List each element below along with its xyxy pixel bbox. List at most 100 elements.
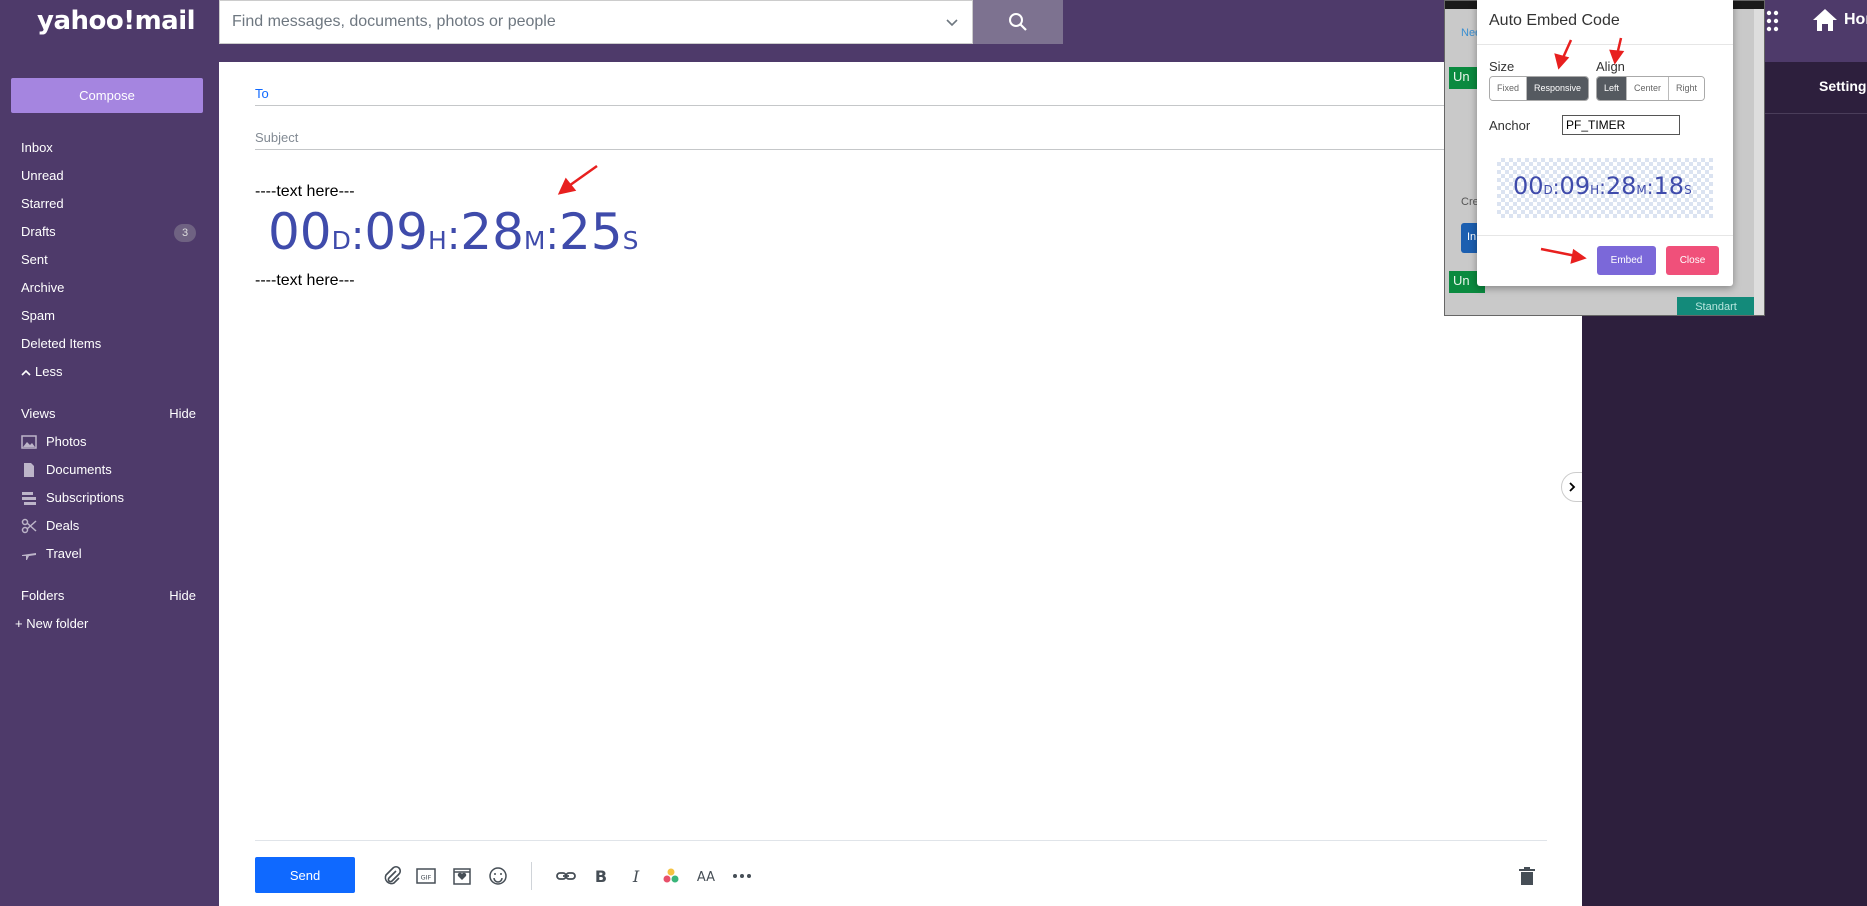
sidebar-item-label: Drafts [21,224,56,239]
preview-hours-unit: H [1590,183,1600,197]
home-link[interactable]: Hon [1812,8,1867,32]
bg-text-un: Un [1453,273,1470,288]
sidebar-item-spam[interactable]: Spam [0,302,219,330]
align-option-center[interactable]: Center [1627,77,1670,100]
sticker-icon[interactable] [451,865,473,887]
plus-icon: + [15,616,27,631]
view-subscriptions[interactable]: Subscriptions [0,484,219,512]
link-icon[interactable] [555,865,577,887]
folder-nav: Inbox Unread Starred Drafts 3 Sent Archiv… [0,134,219,638]
compose-button[interactable]: Compose [11,78,203,113]
attach-icon[interactable] [381,865,403,887]
less-label: Less [35,364,63,379]
to-label: To [255,86,269,101]
align-toggle: Left Center Right [1596,76,1706,101]
timer-days: 00 [268,203,332,261]
yahoo-mail-logo[interactable]: yahoo!mail [37,6,196,36]
sidebar-item-label: Deleted Items [21,336,102,351]
sidebar-item-unread[interactable]: Unread [0,162,219,190]
expand-panel-button[interactable] [1561,472,1583,502]
folders-label: Folders [21,588,65,603]
subject-field[interactable]: Subject [255,106,1582,150]
apps-grid-icon[interactable] [1766,10,1784,32]
close-button[interactable]: Close [1666,246,1719,275]
subscriptions-icon [22,492,36,505]
preview-countdown-timer: 00D:09H:28M:18S [1513,172,1692,200]
text-color-icon[interactable] [660,865,682,887]
align-option-right[interactable]: Right [1669,77,1705,100]
sidebar-item-deleted-items[interactable]: Deleted Items [0,330,219,358]
countdown-timer[interactable]: 00D:09H:28M:25S [268,203,638,261]
sidebar-item-drafts[interactable]: Drafts 3 [0,218,219,246]
new-folder-button[interactable]: + New folder [0,610,219,638]
search-input[interactable] [232,13,922,31]
view-deals[interactable]: Deals [0,512,219,540]
less-toggle[interactable]: Less [0,358,219,386]
document-icon [24,463,34,477]
new-folder-label: New folder [26,616,89,631]
size-label: Size [1489,59,1515,74]
size-option-fixed[interactable]: Fixed [1490,77,1528,100]
italic-icon[interactable]: I [625,865,647,887]
view-travel[interactable]: Travel [0,540,219,568]
sidebar-item-starred[interactable]: Starred [0,190,219,218]
plane-icon [22,553,36,560]
sidebar-item-inbox[interactable]: Inbox [0,134,219,162]
bold-icon[interactable]: B [590,865,612,887]
view-documents[interactable]: Documents [0,456,219,484]
preview-seconds: 18 [1653,172,1685,200]
to-field[interactable]: To [255,62,1582,106]
modal-divider [1477,235,1733,236]
sidebar-item-label: Spam [21,308,55,323]
sidebar-item-label: Archive [21,280,65,295]
view-label: Subscriptions [46,490,125,505]
chevron-down-icon[interactable] [944,14,960,30]
bg-standard-label: Standart [1677,297,1755,315]
sidebar-item-archive[interactable]: Archive [0,274,219,302]
trash-icon[interactable] [1516,865,1538,887]
timer-hours: 09 [364,203,428,261]
send-button[interactable]: Send [255,857,355,893]
folders-hide-button[interactable]: Hide [169,582,196,610]
body-text-line[interactable]: ----text here--- [255,272,355,290]
timer-seconds-unit: S [622,226,639,255]
view-label: Documents [46,462,112,477]
timer-seconds: 25 [558,203,623,261]
settings-link[interactable]: Settings [1819,78,1867,94]
align-label: Align [1596,59,1625,74]
view-label: Photos [46,434,87,449]
size-option-responsive[interactable]: Responsive [1527,77,1589,100]
modal-title: Auto Embed Code [1489,12,1620,29]
body-text-line[interactable]: ----text here--- [255,183,355,201]
embed-button[interactable]: Embed [1597,246,1656,275]
sidebar-item-label: Sent [21,252,48,267]
timer-days-unit: D [331,226,351,255]
anchor-input[interactable] [1562,115,1680,135]
preview-days-unit: D [1543,183,1553,197]
modal-divider [1477,44,1733,45]
chevron-up-icon [21,369,31,376]
timer-minutes: 28 [460,203,524,261]
timer-minutes-unit: M [523,226,546,255]
search-button[interactable] [973,0,1063,44]
font-size-icon[interactable]: AA [695,865,717,887]
emoji-icon[interactable] [487,865,509,887]
search-box[interactable] [219,0,973,44]
gif-icon[interactable]: GIF [415,865,437,887]
sidebar-item-sent[interactable]: Sent [0,246,219,274]
subject-label: Subject [255,130,299,145]
timer-hours-unit: H [428,226,447,255]
bg-scrollbar[interactable] [1754,9,1764,315]
left-sidebar: Compose Inbox Unread Starred Drafts 3 Sen… [0,62,219,906]
view-photos[interactable]: Photos [0,428,219,456]
anchor-label: Anchor [1489,118,1531,133]
preview-separator: : [1646,175,1654,199]
more-options-icon[interactable] [731,865,753,887]
views-hide-button[interactable]: Hide [169,400,196,428]
toolbar-separator [531,862,532,890]
align-option-left[interactable]: Left [1597,77,1628,100]
views-header: Views Hide [0,400,219,428]
view-label: Travel [46,546,82,561]
sidebar-item-label: Unread [21,168,64,183]
right-divider [1765,113,1867,114]
